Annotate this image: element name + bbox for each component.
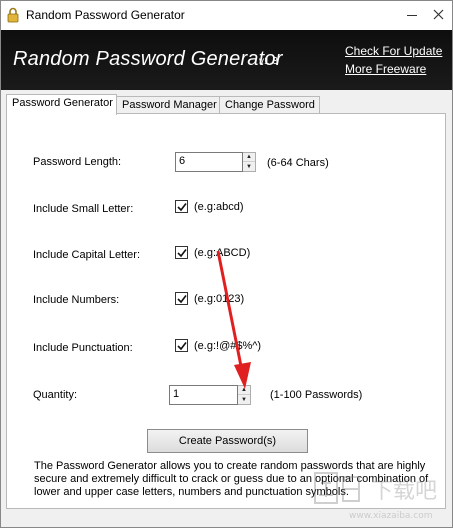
quantity-input[interactable]: 1 xyxy=(169,385,238,405)
punctuation-hint: (e.g:!@#$%^) xyxy=(194,340,262,352)
small-letter-checkbox[interactable] xyxy=(175,200,188,213)
capital-letter-hint: (e.g:ABCD) xyxy=(194,247,251,259)
checkmark-icon xyxy=(177,249,187,258)
checkmark-icon xyxy=(177,203,187,212)
tab-password-manager[interactable]: Password Manager xyxy=(116,96,220,114)
quantity-spin[interactable]: ▲ ▼ xyxy=(238,385,251,405)
punctuation-checkbox[interactable] xyxy=(175,339,188,352)
more-freeware-link[interactable]: More Freeware xyxy=(345,62,426,76)
spin-up-icon[interactable]: ▲ xyxy=(243,153,255,162)
checkmark-icon xyxy=(177,342,187,351)
checkmark-icon xyxy=(177,295,187,304)
spin-down-icon[interactable]: ▼ xyxy=(238,395,250,404)
capital-letter-label: Include Capital Letter: xyxy=(33,249,141,261)
version-label: v1.3 xyxy=(259,56,278,67)
watermark-logo: 下载吧 www.xiazaiba.com xyxy=(311,463,451,527)
check-update-link[interactable]: Check For Update xyxy=(345,44,442,58)
numbers-label: Include Numbers: xyxy=(33,294,120,306)
spin-up-icon[interactable]: ▲ xyxy=(238,386,250,395)
padlock-icon xyxy=(7,7,19,23)
password-length-spin[interactable]: ▲ ▼ xyxy=(243,152,256,172)
watermark-text: 下载吧 xyxy=(371,479,438,504)
small-letter-hint: (e.g:abcd) xyxy=(194,201,244,213)
tab-password-generator[interactable]: Password Generator xyxy=(6,94,117,115)
watermark-url: www.xiazaiba.com xyxy=(349,511,433,521)
app-window: Random Password Generator Random Passwor… xyxy=(0,0,453,528)
close-icon xyxy=(433,9,444,20)
small-letter-label: Include Small Letter: xyxy=(33,203,134,215)
minimize-button[interactable] xyxy=(399,4,425,26)
banner-title: Random Password Generator xyxy=(13,48,283,70)
quantity-label: Quantity: xyxy=(33,389,78,401)
punctuation-label: Include Punctuation: xyxy=(33,342,133,354)
window-title: Random Password Generator xyxy=(26,8,185,22)
close-button[interactable] xyxy=(426,4,452,26)
tab-change-password[interactable]: Change Password xyxy=(219,96,320,114)
capital-letter-checkbox[interactable] xyxy=(175,246,188,259)
create-password-button[interactable]: Create Password(s) xyxy=(147,429,308,453)
title-bar: Random Password Generator xyxy=(1,1,452,30)
header-banner: Random Password Generator v1.3 Check For… xyxy=(1,30,452,90)
numbers-checkbox[interactable] xyxy=(175,292,188,305)
password-length-input[interactable]: 6 xyxy=(175,152,243,172)
password-length-hint: (6-64 Chars) xyxy=(267,157,329,169)
minimize-icon xyxy=(407,15,417,16)
numbers-hint: (e.g:0123) xyxy=(194,293,245,305)
password-length-label: Password Length: xyxy=(33,156,122,168)
quantity-hint: (1-100 Passwords) xyxy=(270,389,363,401)
spin-down-icon[interactable]: ▼ xyxy=(243,162,255,171)
